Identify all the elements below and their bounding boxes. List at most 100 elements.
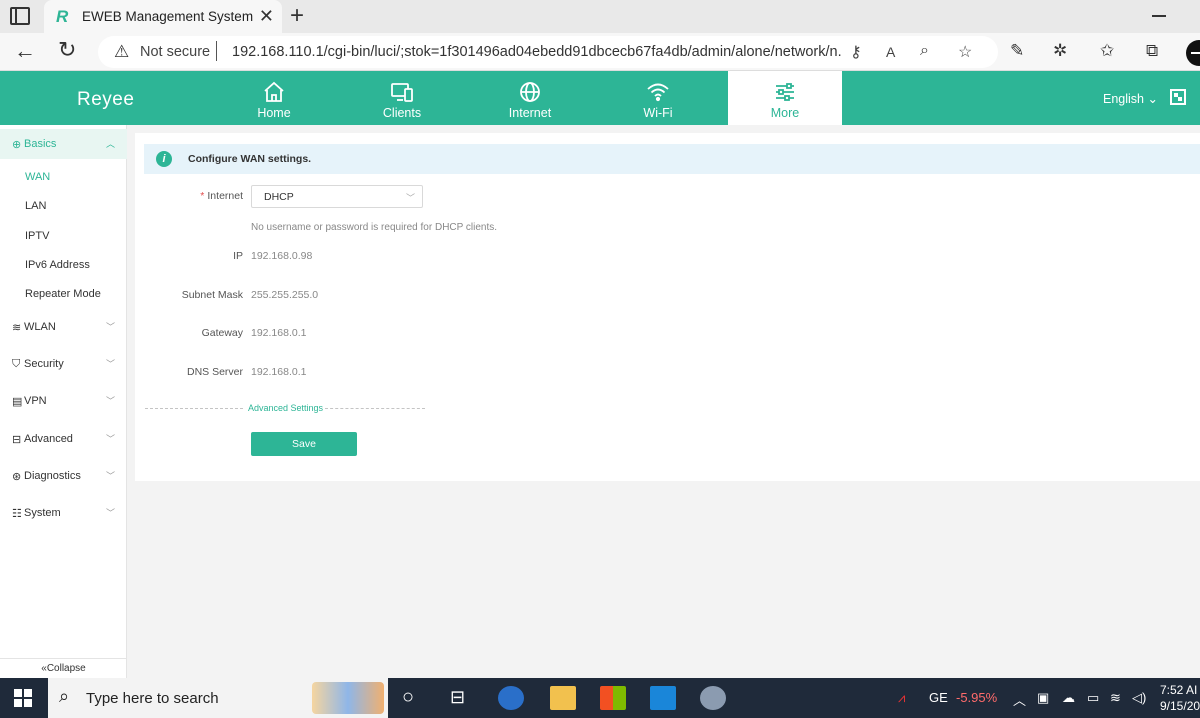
security-label[interactable]: Not secure <box>140 44 210 60</box>
sidebar-item-iptv[interactable]: IPTV <box>25 230 49 242</box>
paint-icon[interactable] <box>700 686 726 710</box>
sidebar-group-system[interactable]: ☷ System ﹀ <box>0 498 127 528</box>
language-label: English <box>1103 92 1144 106</box>
chevron-down-icon: ﹀ <box>106 508 116 518</box>
qr-code-icon[interactable] <box>1170 89 1186 105</box>
sidebar-group-label: Diagnostics <box>24 470 81 482</box>
network-icon[interactable]: ≋ <box>1110 690 1121 706</box>
internet-label: Internet <box>207 190 243 202</box>
search-highlight-image <box>312 682 384 714</box>
sidebar-group-label: Advanced <box>24 433 73 445</box>
task-view-icon[interactable]: ⊟ <box>450 687 476 711</box>
system-clock[interactable]: 7:52 AI 9/15/20 <box>1160 682 1200 714</box>
meet-now-icon[interactable]: ▣ <box>1037 690 1049 706</box>
sidebar-group-label: VPN <box>24 395 47 407</box>
close-tab-icon[interactable]: ✕ <box>259 6 274 27</box>
url-separator <box>216 41 217 61</box>
globe-icon: ⊕ <box>12 139 22 151</box>
devices-icon <box>391 83 413 102</box>
sidebar-group-advanced[interactable]: ⊟ Advanced ﹀ <box>0 424 127 454</box>
edge-icon[interactable] <box>498 686 524 710</box>
nav-internet[interactable]: Internet <box>466 71 594 125</box>
key-icon[interactable]: ⚷ <box>850 42 862 62</box>
stock-change: -5.95% <box>956 690 998 705</box>
stock-name[interactable]: GE <box>929 690 948 705</box>
sidebar-item-ipv6[interactable]: IPv6 Address <box>25 259 90 271</box>
advanced-settings-link[interactable]: Advanced Settings <box>248 403 323 413</box>
collapse-label: Collapse <box>46 663 86 674</box>
profile-avatar[interactable] <box>1186 40 1200 66</box>
wifi-icon <box>647 83 669 102</box>
app-header: Reyee Home Clients Internet Wi-Fi More E… <box>0 71 1200 125</box>
sidebar-group-diagnostics[interactable]: ⊛ Diagnostics ﹀ <box>0 461 127 491</box>
read-aloud-icon[interactable]: A <box>886 44 895 60</box>
minimize-window-icon[interactable] <box>1152 15 1166 17</box>
tray-chevron-up-icon[interactable]: ︿ <box>1013 690 1026 709</box>
sidebar-group-basics[interactable]: ⊕ Basics ︿ <box>0 129 127 159</box>
browser-tab[interactable]: R EWEB Management System ✕ <box>44 0 282 33</box>
nav-clients[interactable]: Clients <box>338 71 466 125</box>
clock-date: 9/15/20 <box>1160 699 1200 713</box>
wan-settings-panel: i Configure WAN settings. * Internet DHCP… <box>135 133 1200 481</box>
taskbar-search[interactable]: ⌕ Type here to search <box>48 678 388 718</box>
sliders-icon <box>776 83 794 101</box>
internet-field-label: * Internet <box>200 190 243 202</box>
save-button[interactable]: Save <box>251 432 357 456</box>
store-icon[interactable] <box>600 686 626 710</box>
puzzle-extensions-icon[interactable]: ✲ <box>1053 41 1067 61</box>
sidebar-item-lan[interactable]: LAN <box>25 200 46 212</box>
divider-line <box>145 408 243 409</box>
collapse-sidebar-button[interactable]: «Collapse <box>0 658 127 678</box>
sidebar-item-repeater[interactable]: Repeater Mode <box>25 288 101 300</box>
warning-icon: ⚠ <box>114 42 130 61</box>
nav-more-label: More <box>770 106 800 120</box>
windows-start-icon[interactable] <box>14 689 32 707</box>
nav-home[interactable]: Home <box>210 71 338 125</box>
info-icon: i <box>156 151 172 167</box>
nav-more[interactable]: More <box>728 71 842 125</box>
dhcp-hint: No username or password is required for … <box>251 222 498 233</box>
windows-taskbar: ⌕ Type here to search ○ ⊟ ⩘ GE -5.95% ︿ … <box>0 678 1200 718</box>
divider-line <box>325 408 425 409</box>
sidebar-item-wan[interactable]: WAN <box>25 171 50 183</box>
sidebar-group-wlan[interactable]: ≋ WLAN ﹀ <box>0 312 127 342</box>
diagnostics-icon: ⊛ <box>12 471 22 483</box>
search-placeholder: Type here to search <box>86 690 219 707</box>
sidebar-group-label: WLAN <box>24 321 56 333</box>
tab-actions-icon[interactable] <box>10 7 30 25</box>
reload-icon[interactable]: ↻ <box>58 37 76 63</box>
ip-label: IP <box>233 250 243 262</box>
info-banner: i Configure WAN settings. <box>144 144 1200 174</box>
dns-server-value: 192.168.0.1 <box>251 366 307 378</box>
add-favorite-icon[interactable]: ☆ <box>958 42 972 62</box>
favorites-icon[interactable]: ✩ <box>1100 41 1114 61</box>
url-text[interactable]: 192.168.110.1/cgi-bin/luci/;stok=1f30149… <box>232 44 842 60</box>
mail-icon[interactable] <box>650 686 676 710</box>
gateway-value: 192.168.0.1 <box>251 327 307 339</box>
internet-type-select[interactable]: DHCP ﹀ <box>251 185 423 208</box>
dns-server-label: DNS Server <box>186 366 243 378</box>
sidebar-group-label: System <box>24 507 61 519</box>
onedrive-icon[interactable]: ☁ <box>1062 690 1075 706</box>
browser-tab-strip: R EWEB Management System ✕ + <box>0 0 1200 33</box>
address-bar[interactable]: ⚠ Not secure 192.168.110.1/cgi-bin/luci/… <box>98 36 998 68</box>
sidebar-group-security[interactable]: ⛉ Security ﹀ <box>0 349 127 379</box>
globe-icon <box>520 82 540 102</box>
extension-icon[interactable]: ✎ <box>1010 41 1024 61</box>
volume-icon[interactable]: ◁) <box>1132 690 1146 706</box>
advanced-settings-divider: Advanced Settings <box>145 403 425 413</box>
new-tab-icon[interactable]: + <box>290 2 304 30</box>
collections-icon[interactable]: ⧉ <box>1146 41 1158 61</box>
cortana-icon[interactable]: ○ <box>402 686 428 710</box>
sidebar-group-vpn[interactable]: ▤ VPN ﹀ <box>0 386 127 416</box>
file-explorer-icon[interactable] <box>550 686 576 710</box>
back-icon[interactable]: ← <box>14 38 36 64</box>
zoom-icon[interactable]: ⌕ <box>920 42 929 60</box>
sidebar-group-label: Basics <box>24 138 57 150</box>
nav-wifi[interactable]: Wi-Fi <box>594 71 722 125</box>
vpn-icon: ▤ <box>12 396 23 408</box>
nav-clients-label: Clients <box>382 106 422 120</box>
battery-icon[interactable]: ▭ <box>1087 690 1099 706</box>
language-selector[interactable]: English ⌄ <box>1103 91 1158 106</box>
chevron-down-icon: ﹀ <box>106 322 116 332</box>
